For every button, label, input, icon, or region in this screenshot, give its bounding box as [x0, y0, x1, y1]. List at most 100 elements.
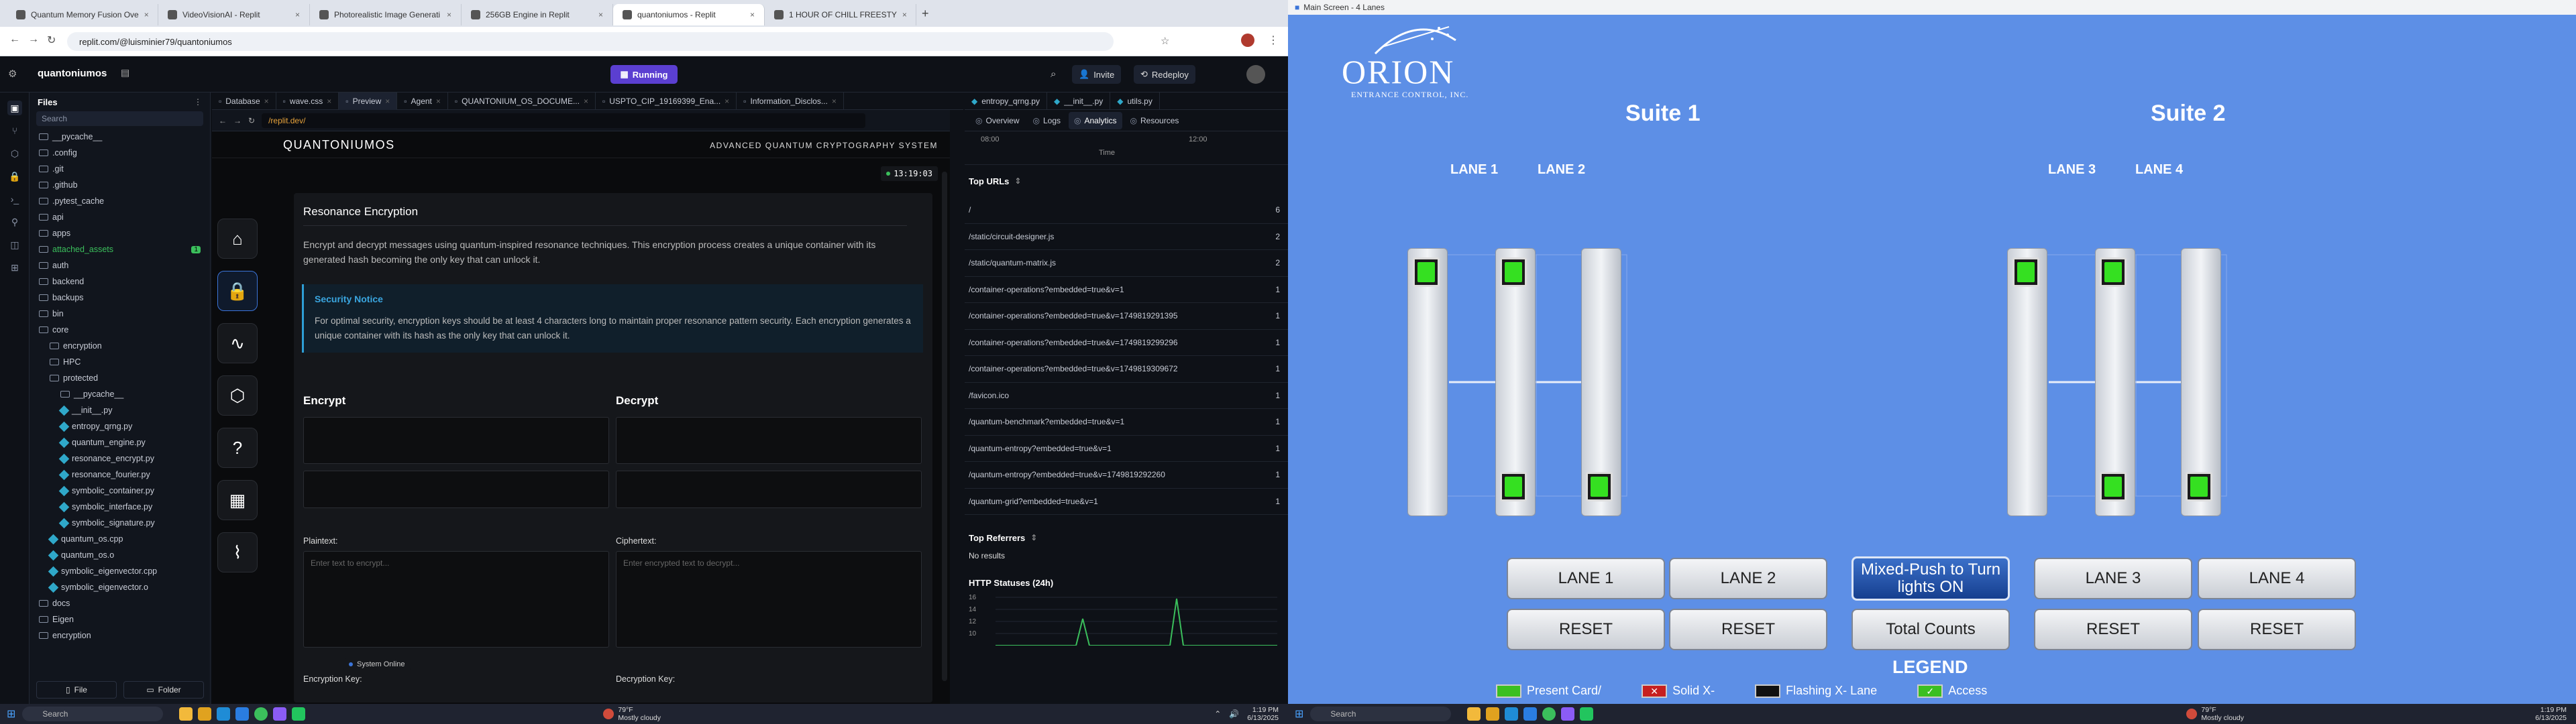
sort-icon[interactable]: ⇕ — [1030, 533, 1037, 542]
preview-forward-icon[interactable]: → — [233, 116, 241, 125]
editor-tab[interactable]: ▫ Preview × — [339, 92, 398, 110]
preview-url-input[interactable]: /replit.dev/ — [262, 113, 866, 128]
editor-tab[interactable]: ▫ QUANTONIUM_OS_DOCUME... × — [448, 92, 596, 110]
close-tab-icon[interactable]: × — [902, 10, 907, 19]
database-icon[interactable]: ◫ — [7, 237, 22, 252]
close-tab-icon[interactable]: × — [724, 97, 729, 106]
lane-3-button[interactable]: LANE 3 — [2034, 558, 2192, 599]
invite-button[interactable]: 👤 Invite — [1072, 65, 1122, 84]
editor-tab[interactable]: ▫ Agent × — [397, 92, 448, 110]
file-tree-item[interactable]: symbolic_signature.py — [39, 515, 210, 531]
debugger-icon[interactable]: ⚲ — [7, 215, 22, 229]
right-weather[interactable]: 79°F Mostly cloudy — [2186, 706, 2244, 722]
editor-tab[interactable]: ▫ Database × — [212, 92, 276, 110]
files-icon[interactable]: ▣ — [7, 101, 22, 115]
file-tree-item[interactable]: HPC — [39, 354, 210, 370]
app-icon[interactable] — [1580, 707, 1594, 721]
app-icon[interactable] — [292, 707, 306, 721]
right-clock[interactable]: 1:19 PM 6/13/2025 — [2535, 706, 2567, 722]
reload-icon[interactable]: ↻ — [47, 34, 56, 47]
file-tree-item[interactable]: symbolic_container.py — [39, 483, 210, 499]
analytics-file-tab[interactable]: ◆ utils.py — [1110, 92, 1160, 110]
browser-tab[interactable]: quantoniumos - Replit × — [613, 4, 765, 25]
app-icon[interactable] — [1561, 707, 1575, 721]
help-icon[interactable]: ? — [217, 428, 258, 468]
packages-icon[interactable]: ⬡ — [7, 146, 22, 161]
file-tree-item[interactable]: encryption — [39, 338, 210, 354]
console-icon[interactable]: ›_ — [7, 192, 22, 206]
taskbar-app-icon[interactable] — [179, 707, 193, 721]
file-tree-item[interactable]: .config — [39, 145, 210, 161]
browser-tab[interactable]: Photorealistic Image Generati × — [310, 4, 462, 25]
project-name[interactable]: quantoniumos — [38, 68, 107, 79]
close-tab-icon[interactable]: × — [598, 10, 603, 19]
file-tree-item[interactable]: symbolic_interface.py — [39, 499, 210, 515]
back-icon[interactable]: ← — [9, 34, 20, 46]
file-tree-item[interactable]: __pycache__ — [39, 386, 210, 402]
chrome-icon[interactable] — [254, 707, 268, 721]
reset-lane-4-button[interactable]: RESET — [2198, 609, 2356, 650]
file-tree-item[interactable]: resonance_encrypt.py — [39, 450, 210, 467]
lock-icon[interactable]: 🔒 — [217, 271, 258, 311]
run-status-button[interactable]: ▦ Running — [610, 65, 678, 84]
editor-tab[interactable]: ▫ Information_Disclos... × — [737, 92, 844, 110]
app-icon[interactable] — [273, 707, 287, 721]
total-counts-button[interactable]: Total Counts — [1851, 609, 2010, 650]
replit-logo-icon[interactable]: ⚙ — [8, 68, 17, 80]
close-tab-icon[interactable]: × — [327, 97, 331, 106]
sort-icon[interactable]: ⇕ — [1014, 176, 1021, 186]
analytics-tab[interactable]: ◎ Resources — [1125, 112, 1185, 129]
file-tree-item[interactable]: quantum_os.cpp — [39, 531, 210, 547]
file-tree-item[interactable]: bin — [39, 306, 210, 322]
file-tree-item[interactable]: symbolic_eigenvector.cpp — [39, 563, 210, 579]
plaintext-input[interactable]: Enter text to encrypt... — [303, 551, 609, 648]
browser-tab[interactable]: 256GB Engine in Replit × — [462, 4, 613, 25]
editor-tab[interactable]: ▫ wave.css × — [276, 92, 339, 110]
file-tree-item[interactable]: __pycache__ — [39, 129, 210, 145]
files-menu-icon[interactable]: ⋮ — [194, 97, 202, 107]
analytics-tab[interactable]: ◎ Logs — [1028, 112, 1067, 129]
file-tree-item[interactable]: resonance_fourier.py — [39, 467, 210, 483]
windows-start-icon[interactable]: ⊞ — [7, 707, 15, 721]
new-file-button[interactable]: ▯ File — [36, 681, 117, 699]
file-tree-item[interactable]: symbolic_eigenvector.o — [39, 579, 210, 595]
reset-lane-3-button[interactable]: RESET — [2034, 609, 2192, 650]
browser-tab[interactable]: VideoVisionAI - Replit × — [158, 4, 310, 25]
close-tab-icon[interactable]: × — [436, 97, 441, 106]
secrets-icon[interactable]: 🔒 — [7, 169, 22, 184]
preview-back-icon[interactable]: ← — [219, 116, 227, 125]
taskbar-search-input[interactable]: Search — [22, 707, 164, 721]
folder-app-icon[interactable] — [1486, 707, 1500, 721]
cube-icon[interactable]: ⬡ — [217, 375, 258, 416]
file-tree-item[interactable]: .pytest_cache — [39, 193, 210, 209]
file-tree-item[interactable]: .github — [39, 177, 210, 193]
files-search-input[interactable]: Search — [36, 111, 203, 126]
file-tree-item[interactable]: quantum_os.o — [39, 547, 210, 563]
file-tree-item[interactable]: quantum_engine.py — [39, 434, 210, 450]
file-tree-item[interactable]: encryption — [39, 627, 210, 644]
lane-2-button[interactable]: LANE 2 — [1669, 558, 1827, 599]
analytics-tab[interactable]: ◎ Overview — [970, 112, 1025, 129]
file-tree-item[interactable]: api — [39, 209, 210, 225]
file-tree-item[interactable]: docs — [39, 595, 210, 611]
app-scrollbar[interactable] — [942, 172, 947, 681]
browser-tab[interactable]: Quantum Memory Fusion Ove × — [7, 4, 158, 25]
taskbar-search-input[interactable]: Search — [1310, 707, 1452, 721]
editor-tab[interactable]: ▫ USPTO_CIP_19169399_Ena... × — [596, 92, 737, 110]
file-tree-item[interactable]: protected — [39, 370, 210, 386]
user-avatar[interactable] — [1246, 65, 1265, 84]
profile-avatar[interactable] — [1241, 34, 1254, 47]
left-weather[interactable]: 79°F Mostly cloudy — [603, 706, 661, 722]
volume-icon[interactable]: 🔊 — [1229, 709, 1239, 719]
forward-icon[interactable]: → — [28, 34, 39, 46]
analytics-tab[interactable]: ◎ Analytics — [1069, 111, 1122, 129]
preview-reload-icon[interactable]: ↻ — [248, 116, 255, 125]
new-folder-button[interactable]: ▭ Folder — [123, 681, 204, 699]
windows-start-icon[interactable]: ⊞ — [1295, 707, 1303, 721]
folder-app-icon[interactable] — [198, 707, 212, 721]
file-tree-item[interactable]: entropy_qrng.py — [39, 418, 210, 434]
url-input[interactable]: replit.com/@luisminier79/quantoniumos — [67, 32, 1114, 51]
edge-icon[interactable] — [217, 707, 231, 721]
tray-chevron-icon[interactable]: ⌃ — [1214, 709, 1221, 719]
file-tree-item[interactable]: auth — [39, 257, 210, 274]
